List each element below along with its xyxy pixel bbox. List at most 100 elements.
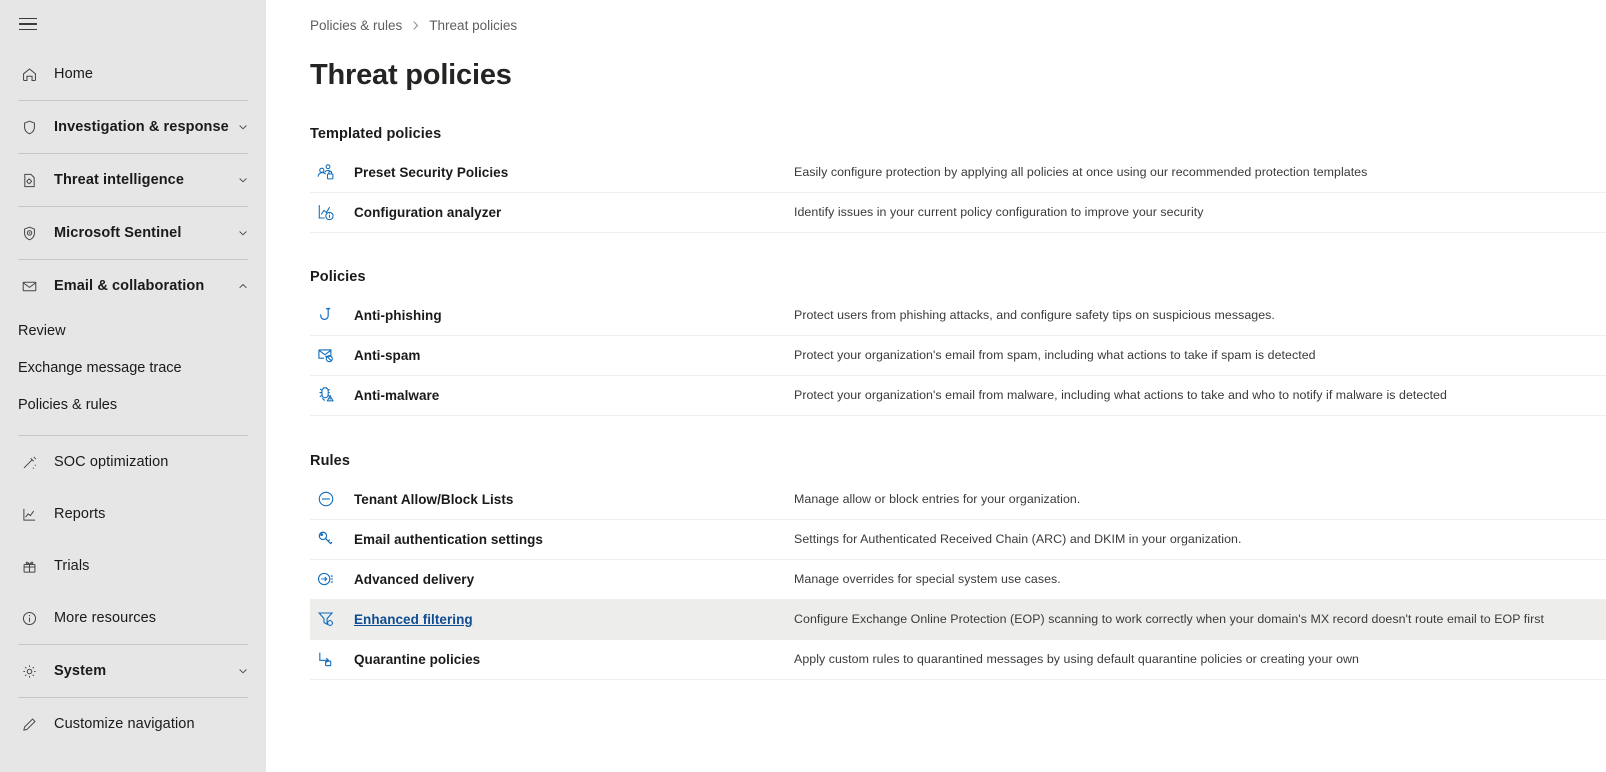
bug-warning-icon <box>310 385 354 405</box>
chevron-up-icon[interactable] <box>236 279 250 293</box>
sidebar-item-label: Trials <box>54 558 250 574</box>
sidebar-item-label: System <box>54 663 236 679</box>
sidebar-item-trials[interactable]: Trials <box>0 540 266 592</box>
wand-icon <box>18 451 40 473</box>
chevron-down-icon[interactable] <box>236 120 250 134</box>
row-preset-security-policies[interactable]: Preset Security Policies Easily configur… <box>310 153 1606 193</box>
sidebar-item-reports[interactable]: Reports <box>0 488 266 540</box>
section-heading: Templated policies <box>266 126 1606 142</box>
row-name: Quarantine policies <box>354 652 794 667</box>
sidebar-item-more-resources[interactable]: More resources <box>0 592 266 644</box>
mail-icon <box>18 275 40 297</box>
row-description: Apply custom rules to quarantined messag… <box>794 652 1606 666</box>
sidebar-item-label: Email & collaboration <box>54 278 236 294</box>
row-anti-malware[interactable]: Anti-malware Protect your organization's… <box>310 376 1606 416</box>
sidebar-item-label: Reports <box>54 506 250 522</box>
page-title: Threat policies <box>266 60 1606 92</box>
row-advanced-delivery[interactable]: Advanced delivery Manage overrides for s… <box>310 560 1606 600</box>
sidebar-item-label: SOC optimization <box>54 454 250 470</box>
threat-intel-icon <box>18 169 40 191</box>
gift-icon <box>18 555 40 577</box>
breadcrumb: Policies & rules Threat policies <box>266 0 1606 25</box>
section-policies: Policies Anti-phishing Protect users fro… <box>266 269 1606 416</box>
sidebar-item-label: Customize navigation <box>54 716 250 732</box>
sidebar-item-system[interactable]: System <box>0 645 266 697</box>
row-description: Protect users from phishing attacks, and… <box>794 308 1606 322</box>
row-name: Tenant Allow/Block Lists <box>354 492 794 507</box>
row-tenant-allow-block-lists[interactable]: Tenant Allow/Block Lists Manage allow or… <box>310 480 1606 520</box>
chevron-down-icon[interactable] <box>236 226 250 240</box>
row-email-authentication-settings[interactable]: Email authentication settings Settings f… <box>310 520 1606 560</box>
row-description: Manage overrides for special system use … <box>794 572 1606 586</box>
sidebar-item-label: Threat intelligence <box>54 172 236 188</box>
home-icon <box>18 63 40 85</box>
row-anti-spam[interactable]: Anti-spam Protect your organization's em… <box>310 336 1606 376</box>
quarantine-icon <box>310 649 354 669</box>
chart-icon <box>18 503 40 525</box>
section-templated-policies: Templated policies Preset Security <box>266 126 1606 233</box>
sidebar-subitem-label: Exchange message trace <box>18 360 182 376</box>
breadcrumb-current[interactable]: Threat policies <box>429 18 517 33</box>
row-name: Email authentication settings <box>354 532 794 547</box>
sidebar-item-customize-navigation[interactable]: Customize navigation <box>0 698 266 750</box>
sidebar: Home Investigation & response <box>0 0 266 772</box>
row-name[interactable]: Enhanced filtering <box>354 612 794 627</box>
mail-block-icon <box>310 345 354 365</box>
row-description: Configure Exchange Online Protection (EO… <box>794 612 1606 626</box>
row-description: Easily configure protection by applying … <box>794 165 1606 179</box>
row-description: Settings for Authenticated Received Chai… <box>794 532 1606 546</box>
breadcrumb-parent[interactable]: Policies & rules <box>310 18 402 33</box>
menu-toggle[interactable] <box>0 0 266 48</box>
row-list: Anti-phishing Protect users from phishin… <box>266 296 1606 416</box>
row-name: Advanced delivery <box>354 572 794 587</box>
sidebar-item-home[interactable]: Home <box>0 48 266 100</box>
row-quarantine-policies[interactable]: Quarantine policies Apply custom rules t… <box>310 640 1606 680</box>
configuration-analyzer-icon <box>310 202 354 222</box>
row-name: Anti-malware <box>354 388 794 403</box>
row-configuration-analyzer[interactable]: Configuration analyzer Identify issues i… <box>310 193 1606 233</box>
key-icon <box>310 529 354 549</box>
row-anti-phishing[interactable]: Anti-phishing Protect users from phishin… <box>310 296 1606 336</box>
row-name: Anti-phishing <box>354 308 794 323</box>
section-rules: Rules Tenant Allow/Block Lists Manage al… <box>266 453 1606 680</box>
row-name: Preset Security Policies <box>354 165 794 180</box>
chevron-down-icon[interactable] <box>236 664 250 678</box>
sidebar-item-microsoft-sentinel[interactable]: Microsoft Sentinel <box>0 207 266 259</box>
sidebar-item-threat-intelligence[interactable]: Threat intelligence <box>0 154 266 206</box>
info-icon <box>18 607 40 629</box>
sidebar-item-label: Microsoft Sentinel <box>54 225 236 241</box>
section-heading: Rules <box>266 453 1606 469</box>
shield-icon <box>18 116 40 138</box>
sidebar-subitem-label: Review <box>18 323 66 339</box>
sidebar-subitem-exchange-message-trace[interactable]: Exchange message trace <box>0 349 266 386</box>
row-description: Identify issues in your current policy c… <box>794 205 1606 219</box>
block-circle-icon <box>310 489 354 509</box>
row-description: Protect your organization's email from s… <box>794 348 1606 362</box>
sidebar-subitem-label: Policies & rules <box>18 397 117 413</box>
row-description: Manage allow or block entries for your o… <box>794 492 1606 506</box>
chevron-down-icon[interactable] <box>236 173 250 187</box>
row-list: Tenant Allow/Block Lists Manage allow or… <box>266 480 1606 680</box>
sidebar-subitem-review[interactable]: Review <box>0 312 266 349</box>
sidebar-item-investigation-response[interactable]: Investigation & response <box>0 101 266 153</box>
sidebar-item-email-collaboration[interactable]: Email & collaboration <box>0 260 266 312</box>
sidebar-item-label: Investigation & response <box>54 119 236 135</box>
row-name: Configuration analyzer <box>354 205 794 220</box>
sidebar-subitem-policies-rules[interactable]: Policies & rules <box>0 386 266 423</box>
sidebar-item-label: Home <box>54 66 250 82</box>
fish-hook-icon <box>310 305 354 325</box>
filter-gear-icon <box>310 609 354 629</box>
sentinel-icon <box>18 222 40 244</box>
row-list: Preset Security Policies Easily configur… <box>266 153 1606 233</box>
pencil-icon <box>18 713 40 735</box>
row-name: Anti-spam <box>354 348 794 363</box>
breadcrumb-separator-icon <box>411 20 420 31</box>
threat-policies-page: Home Investigation & response <box>0 0 1606 772</box>
row-enhanced-filtering[interactable]: Enhanced filtering Configure Exchange On… <box>310 600 1606 640</box>
hamburger-icon[interactable] <box>19 18 37 31</box>
advanced-delivery-icon <box>310 569 354 589</box>
sidebar-item-label: More resources <box>54 610 250 626</box>
main-content: Policies & rules Threat policies Threat … <box>266 0 1606 772</box>
sidebar-item-soc-optimization[interactable]: SOC optimization <box>0 436 266 488</box>
row-description: Protect your organization's email from m… <box>794 388 1606 402</box>
